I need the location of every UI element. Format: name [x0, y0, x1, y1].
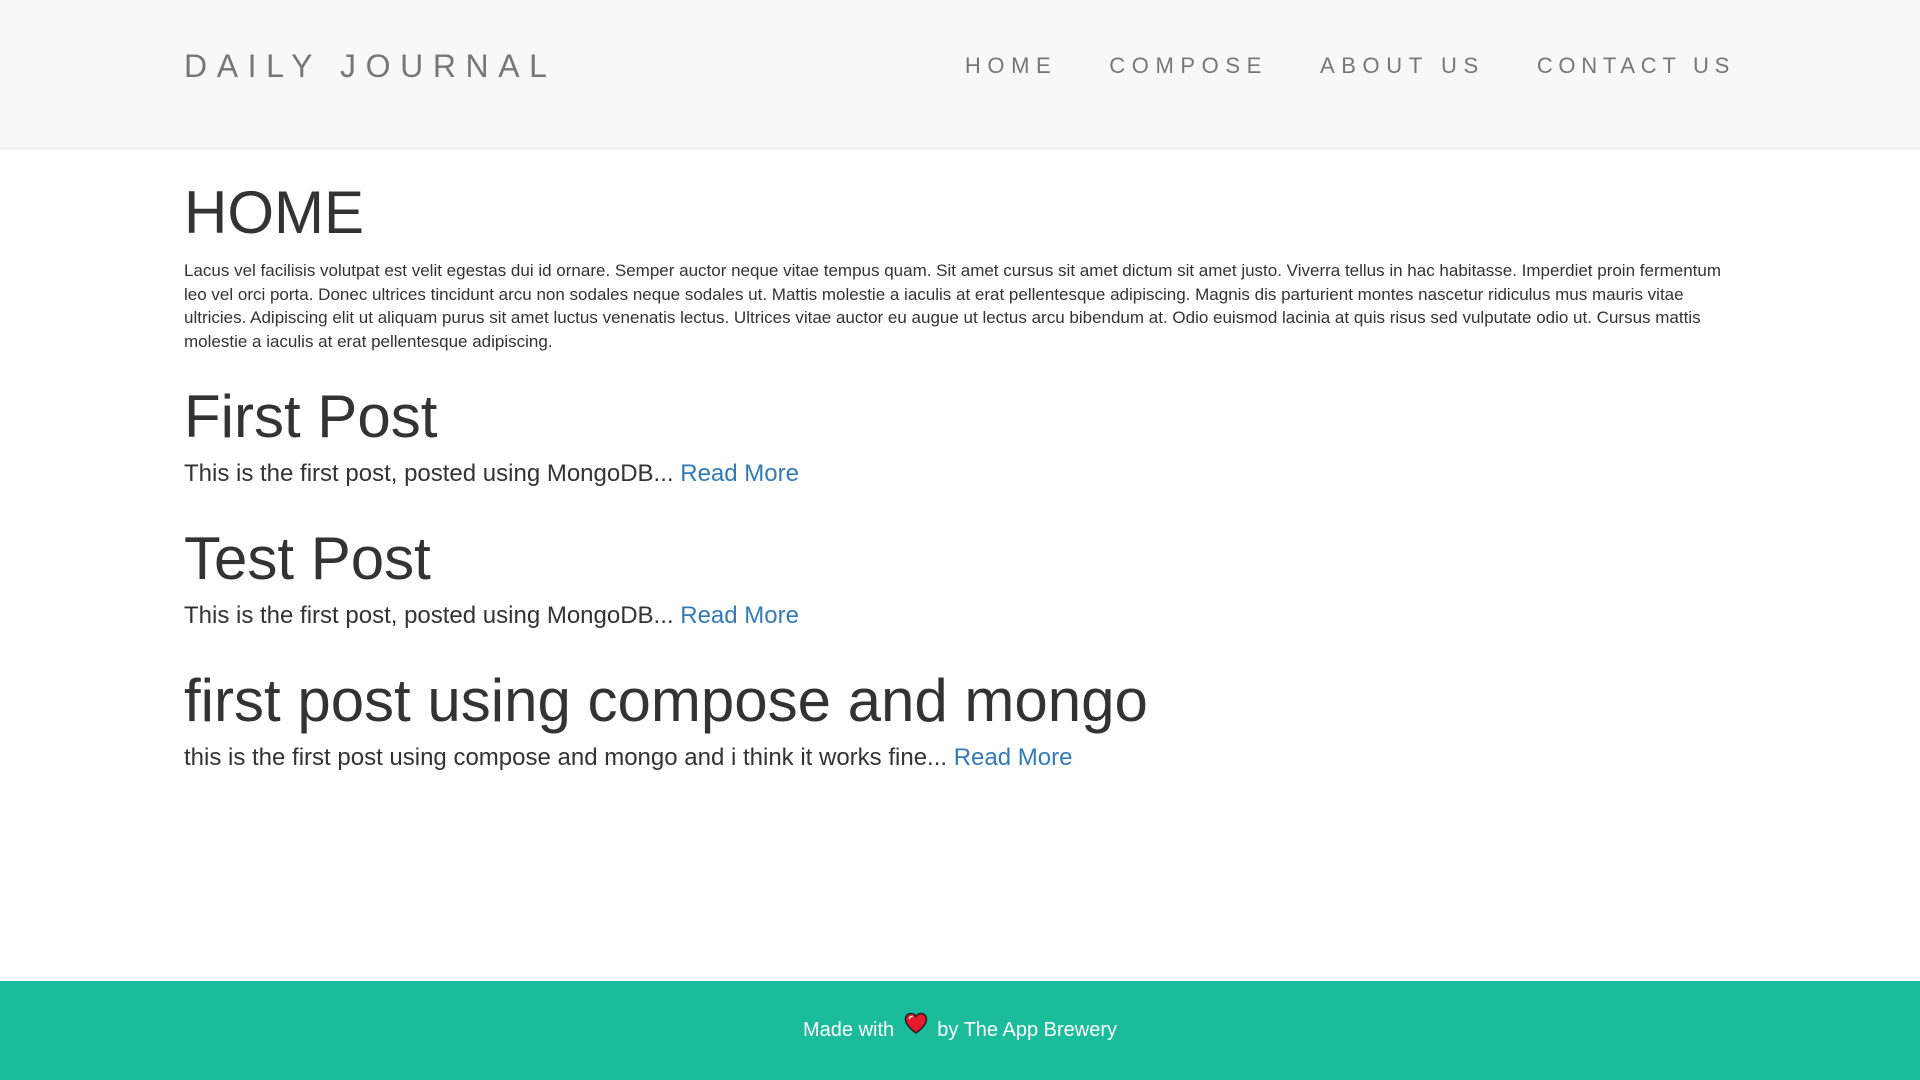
intro-paragraph: Lacus vel facilisis volutpat est velit e…: [184, 261, 1722, 351]
nav-link-compose[interactable]: COMPOSE: [1109, 52, 1268, 80]
post-title: first post using compose and mongo: [184, 667, 1148, 734]
heart-icon: [904, 979, 928, 1078]
nav-link-about-us[interactable]: ABOUT US: [1320, 52, 1485, 80]
nav-link-home[interactable]: HOME: [965, 52, 1057, 80]
brand-link[interactable]: DAILY JOURNAL: [184, 47, 557, 85]
post-excerpt-line: This is the first post, posted using Mon…: [184, 601, 1734, 631]
footer: Made with by The App Brewery: [0, 981, 1920, 1080]
post-title: Test Post: [184, 525, 431, 592]
post-item: first post using compose and mongo this …: [184, 667, 1734, 773]
read-more-link[interactable]: Read More: [954, 744, 1073, 771]
post-title: First Post: [184, 383, 438, 450]
footer-text-after: by The App Brewery: [937, 1019, 1117, 1041]
post-item: First Post This is the first post, poste…: [184, 383, 1734, 489]
main-content: HOME Lacus vel facilisis volutpat est ve…: [184, 149, 1734, 773]
nav-item-contact-us: CONTACT US: [1537, 52, 1735, 80]
nav-link-contact-us[interactable]: CONTACT US: [1537, 52, 1735, 80]
read-more-link[interactable]: Read More: [680, 460, 799, 487]
post-excerpt: This is the first post, posted using Mon…: [184, 460, 674, 487]
footer-text-before: Made with: [802, 1019, 895, 1041]
post-excerpt-line: This is the first post, posted using Mon…: [184, 459, 1734, 489]
nav-links: HOME COMPOSE ABOUT US CONTACT US: [965, 52, 1735, 80]
post-excerpt-line: this is the first post using compose and…: [184, 743, 1734, 773]
post-excerpt: this is the first post using compose and…: [184, 744, 948, 771]
page-title: HOME: [184, 179, 364, 246]
nav-item-about-us: ABOUT US: [1320, 52, 1485, 80]
nav-item-compose: COMPOSE: [1109, 52, 1268, 80]
read-more-link[interactable]: Read More: [680, 602, 799, 629]
nav-item-home: HOME: [965, 52, 1057, 80]
post-excerpt: This is the first post, posted using Mon…: [184, 602, 674, 629]
post-item: Test Post This is the first post, posted…: [184, 525, 1734, 631]
navbar: DAILY JOURNAL HOME COMPOSE ABOUT US CONT…: [0, 0, 1920, 149]
